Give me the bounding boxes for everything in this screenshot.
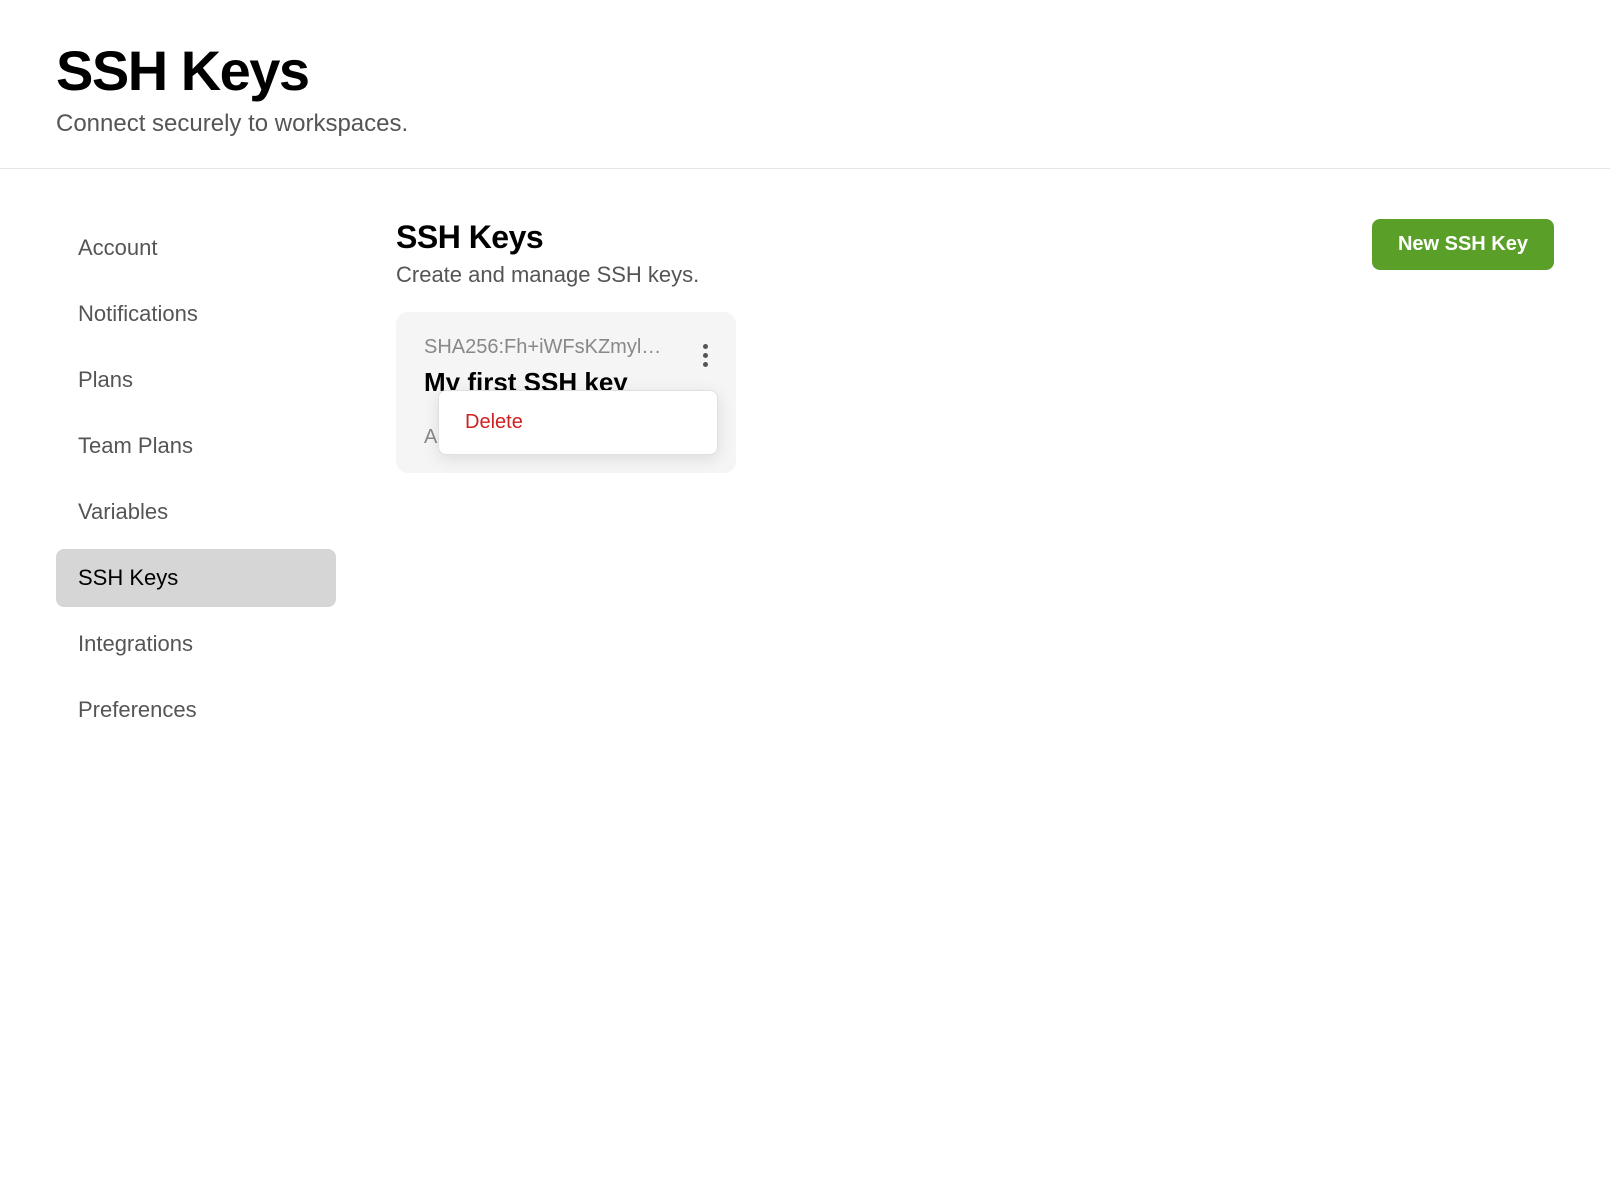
sidebar: Account Notifications Plans Team Plans V… bbox=[56, 219, 336, 739]
sidebar-item-account[interactable]: Account bbox=[56, 219, 336, 277]
ssh-key-card: SHA256:Fh+iWFsKZmyl… My first SSH key Ad… bbox=[396, 312, 736, 473]
delete-menu-item[interactable]: Delete bbox=[439, 397, 717, 448]
section-subtitle: Create and manage SSH keys. bbox=[396, 262, 699, 288]
page-title: SSH Keys bbox=[56, 40, 1554, 102]
sidebar-item-notifications[interactable]: Notifications bbox=[56, 285, 336, 343]
section-header: SSH Keys Create and manage SSH keys. New… bbox=[396, 219, 1554, 288]
sidebar-item-integrations[interactable]: Integrations bbox=[56, 615, 336, 673]
page-subtitle: Connect securely to workspaces. bbox=[56, 110, 1554, 138]
dot bbox=[703, 353, 708, 358]
section-title: SSH Keys bbox=[396, 219, 699, 256]
page-header: SSH Keys Connect securely to workspaces. bbox=[0, 0, 1610, 169]
sidebar-item-variables[interactable]: Variables bbox=[56, 483, 336, 541]
new-ssh-key-button[interactable]: New SSH Key bbox=[1372, 219, 1554, 270]
content-area: Account Notifications Plans Team Plans V… bbox=[0, 169, 1610, 789]
dropdown-menu: Delete bbox=[438, 390, 718, 455]
dot bbox=[703, 344, 708, 349]
dot bbox=[703, 362, 708, 367]
main-content: SSH Keys Create and manage SSH keys. New… bbox=[396, 219, 1554, 739]
sidebar-item-plans[interactable]: Plans bbox=[56, 351, 336, 409]
sidebar-item-preferences[interactable]: Preferences bbox=[56, 681, 336, 739]
ssh-key-fingerprint: SHA256:Fh+iWFsKZmyl… bbox=[424, 336, 664, 359]
more-options-icon[interactable] bbox=[699, 340, 712, 371]
sidebar-item-ssh-keys[interactable]: SSH Keys bbox=[56, 549, 336, 607]
sidebar-item-team-plans[interactable]: Team Plans bbox=[56, 417, 336, 475]
section-title-block: SSH Keys Create and manage SSH keys. bbox=[396, 219, 699, 288]
